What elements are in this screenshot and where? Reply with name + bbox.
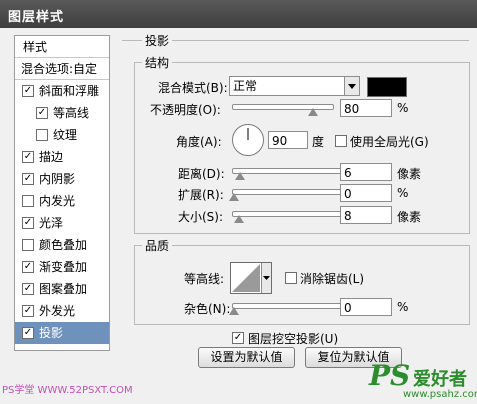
style-item[interactable]: 内发光 bbox=[15, 190, 109, 212]
angle-unit: 度 bbox=[312, 135, 325, 149]
style-item-label: 光泽 bbox=[39, 216, 64, 230]
quality-title: 品质 bbox=[142, 237, 173, 254]
style-item-checkbox[interactable]: ✓ bbox=[22, 217, 34, 229]
size-label: 大小(S): bbox=[178, 210, 224, 224]
size-slider-thumb[interactable] bbox=[234, 215, 244, 223]
styles-header[interactable]: 样式 bbox=[15, 36, 109, 58]
logo-ps-text: PS bbox=[369, 359, 411, 392]
size-unit: 像素 bbox=[397, 210, 422, 224]
style-item-label: 外发光 bbox=[39, 304, 76, 318]
spread-input[interactable]: 0 bbox=[340, 184, 392, 202]
contour-picker[interactable] bbox=[230, 262, 272, 294]
chevron-down-icon bbox=[261, 263, 271, 293]
size-input[interactable]: 8 bbox=[340, 206, 392, 224]
global-light-checkbox[interactable] bbox=[335, 135, 347, 147]
style-item-label: 纹理 bbox=[53, 128, 78, 142]
style-item-checkbox[interactable] bbox=[22, 195, 34, 207]
blend-mode-value: 正常 bbox=[233, 79, 258, 93]
psahz-logo: PS 爱好者 www.psahz.com bbox=[367, 357, 477, 404]
style-item-checkbox[interactable]: ✓ bbox=[22, 173, 34, 185]
global-light-label: 使用全局光(G) bbox=[350, 135, 429, 149]
style-item-label: 图案叠加 bbox=[39, 282, 88, 296]
style-item-label: 内发光 bbox=[39, 194, 76, 208]
contour-preview-icon bbox=[232, 264, 260, 292]
logo-url-text: www.psahz.com bbox=[403, 389, 477, 400]
style-item[interactable]: ✓ 等高线 bbox=[15, 102, 109, 124]
opacity-slider-thumb[interactable] bbox=[308, 108, 318, 116]
style-item[interactable]: 纹理 bbox=[15, 124, 109, 146]
structure-title: 结构 bbox=[142, 54, 173, 71]
style-item-checkbox[interactable]: ✓ bbox=[36, 107, 48, 119]
opacity-input[interactable]: 80 bbox=[340, 99, 392, 117]
left-watermark: PS学堂 WWW.52PSXT.COM bbox=[2, 385, 133, 396]
style-item-label: 斜面和浮雕 bbox=[39, 84, 100, 98]
distance-slider-thumb[interactable] bbox=[235, 172, 245, 180]
style-item[interactable]: ✓ 内阴影 bbox=[15, 168, 109, 190]
blend-mode-select[interactable]: 正常 bbox=[229, 76, 360, 96]
shadow-color-swatch[interactable] bbox=[367, 77, 407, 97]
style-item-checkbox[interactable]: ✓ bbox=[22, 327, 34, 339]
style-item-checkbox[interactable] bbox=[36, 129, 48, 141]
style-item-checkbox[interactable] bbox=[22, 239, 34, 251]
antialias-label: 消除锯齿(L) bbox=[300, 272, 365, 286]
spread-label: 扩展(R): bbox=[178, 188, 224, 202]
knockout-checkbox[interactable]: ✓ bbox=[232, 332, 244, 344]
styles-list: 样式 混合选项:自定 ✓ 斜面和浮雕 ✓ 等高线纹理 ✓ 描边 ✓ 内阴影内发光 ✓ 光泽颜色叠加… bbox=[14, 35, 110, 351]
style-item[interactable]: ✓ 外发光 bbox=[15, 300, 109, 322]
style-item-label: 投影 bbox=[39, 326, 64, 340]
angle-input[interactable]: 90 bbox=[268, 131, 308, 149]
set-default-button[interactable]: 设置为默认值 bbox=[198, 347, 295, 368]
chevron-down-icon bbox=[344, 77, 359, 95]
style-item-checkbox[interactable]: ✓ bbox=[22, 261, 34, 273]
opacity-unit: % bbox=[397, 101, 409, 115]
distance-label: 距离(D): bbox=[178, 167, 225, 181]
angle-label: 角度(A): bbox=[176, 135, 222, 149]
noise-slider-thumb[interactable] bbox=[229, 307, 239, 315]
opacity-label: 不透明度(O): bbox=[150, 103, 221, 117]
blending-options-item[interactable]: 混合选项:自定 bbox=[15, 58, 109, 80]
logo-cn-text: 爱好者 bbox=[413, 369, 467, 390]
style-item[interactable]: ✓ 光泽 bbox=[15, 212, 109, 234]
style-item-checkbox[interactable]: ✓ bbox=[22, 85, 34, 97]
style-item[interactable]: ✓ 描边 bbox=[15, 146, 109, 168]
distance-input[interactable]: 6 bbox=[340, 163, 392, 181]
style-item[interactable]: ✓ 投影 bbox=[15, 322, 109, 344]
noise-label: 杂色(N): bbox=[184, 302, 231, 316]
style-item-label: 渐变叠加 bbox=[39, 260, 88, 274]
style-item[interactable]: ✓ 渐变叠加 bbox=[15, 256, 109, 278]
dialog-title: 图层样式 bbox=[8, 10, 65, 25]
noise-unit: % bbox=[397, 300, 409, 314]
style-item-label: 等高线 bbox=[53, 106, 90, 120]
spread-slider-thumb[interactable] bbox=[229, 193, 239, 201]
style-item-label: 描边 bbox=[39, 150, 64, 164]
spread-unit: % bbox=[397, 186, 409, 200]
style-item[interactable]: 颜色叠加 bbox=[15, 234, 109, 256]
style-item[interactable]: ✓ 图案叠加 bbox=[15, 278, 109, 300]
style-item-checkbox[interactable]: ✓ bbox=[22, 151, 34, 163]
contour-label: 等高线: bbox=[184, 272, 225, 286]
knockout-label: 图层挖空投影(U) bbox=[248, 332, 339, 346]
distance-unit: 像素 bbox=[397, 167, 422, 181]
style-item-label: 颜色叠加 bbox=[39, 238, 88, 252]
style-item-checkbox[interactable]: ✓ bbox=[22, 305, 34, 317]
style-item[interactable]: ✓ 斜面和浮雕 bbox=[15, 80, 109, 102]
drop-shadow-title: 投影 bbox=[142, 32, 173, 49]
noise-input[interactable]: 0 bbox=[340, 298, 392, 316]
blend-mode-label: 混合模式(B): bbox=[158, 81, 228, 95]
antialias-checkbox[interactable] bbox=[285, 272, 297, 284]
opacity-slider[interactable] bbox=[232, 104, 334, 116]
dialog-titlebar[interactable]: 图层样式 bbox=[0, 0, 477, 28]
style-item-label: 内阴影 bbox=[39, 172, 76, 186]
style-item-checkbox[interactable]: ✓ bbox=[22, 283, 34, 295]
angle-dial[interactable] bbox=[232, 124, 264, 156]
